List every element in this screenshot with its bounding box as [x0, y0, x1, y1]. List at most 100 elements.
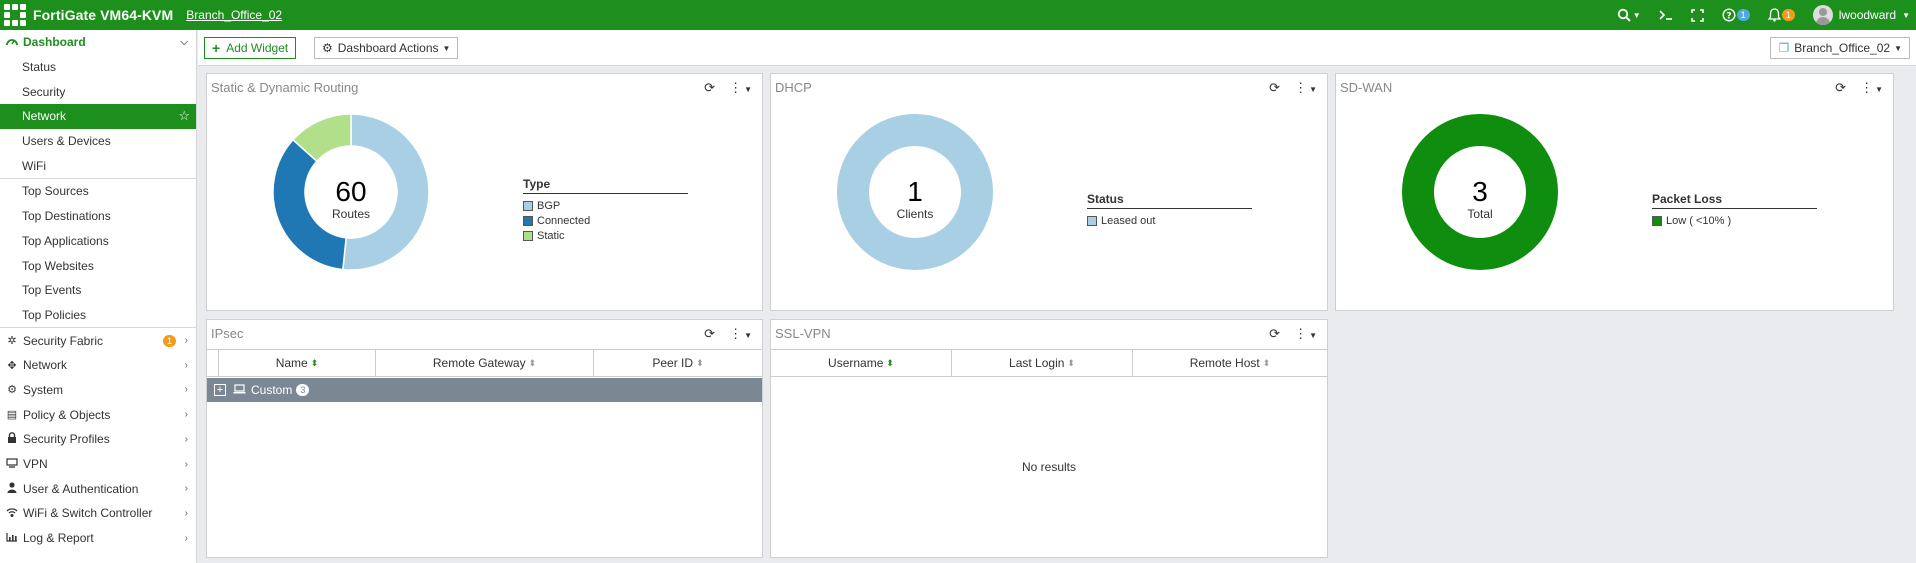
chevron-right-icon[interactable]: › — [185, 508, 188, 519]
fullscreen-icon[interactable] — [1690, 8, 1704, 22]
table-group-row[interactable]: + Custom 3 — [207, 378, 762, 402]
alert-badge: 1 — [1781, 9, 1795, 21]
donut-total: 3 — [1472, 176, 1488, 207]
refresh-icon[interactable]: ⟳ — [704, 326, 715, 342]
sidebar-item-label: User & Authentication — [23, 481, 139, 496]
sidebar-item-label: VPN — [23, 457, 48, 472]
more-options-icon[interactable]: ⋮ ▼ — [1294, 80, 1317, 96]
sidebar-item-top-destinations[interactable]: Top Destinations — [0, 204, 196, 229]
sidebar-item-dashboard[interactable]: Dashboard ⌵ — [0, 30, 196, 55]
fabric-icon: ✲ — [7, 335, 17, 348]
column-header-remote-host[interactable]: Remote Host ⬍ — [1133, 350, 1327, 376]
sidebar-item-top-sources[interactable]: Top Sources — [0, 179, 196, 204]
routing-legend: Type BGP Connected Static — [523, 177, 688, 243]
cli-console-icon[interactable] — [1659, 9, 1673, 21]
sidebar-item-network[interactable]: ✥ Network › — [0, 353, 196, 378]
widget-dhcp: DHCP ⟳ ⋮ ▼ 1 Clients Status Leased out — [770, 73, 1328, 311]
legend-item-leased-out[interactable]: Leased out — [1087, 213, 1252, 228]
sidebar-item-security-profiles[interactable]: Security Profiles › — [0, 427, 196, 452]
lock-icon — [5, 432, 19, 446]
widget-sdwan: SD-WAN ⟳ ⋮ ▼ 3 Total Packet Loss Low ( <1… — [1335, 73, 1894, 311]
more-options-icon[interactable]: ⋮ ▼ — [729, 326, 752, 342]
ipsec-table-header: Name ⬍ Remote Gateway ⬍ Peer ID ⬍ — [207, 349, 762, 377]
sidebar-item-user-authentication[interactable]: User & Authentication › — [0, 476, 196, 501]
chevron-right-icon[interactable]: › — [185, 434, 188, 445]
refresh-icon[interactable]: ⟳ — [1835, 80, 1846, 96]
sidebar-item-top-policies[interactable]: Top Policies — [0, 303, 196, 328]
legend-item-low[interactable]: Low ( <10% ) — [1652, 213, 1817, 228]
sidebar-item-security[interactable]: Security — [0, 79, 196, 104]
sidebar-item-top-websites[interactable]: Top Websites — [0, 253, 196, 278]
hostname-link[interactable]: Branch_Office_02 — [186, 8, 282, 22]
chevron-right-icon[interactable]: › — [185, 533, 188, 544]
chevron-right-icon[interactable]: › — [185, 335, 188, 346]
username-menu[interactable]: lwoodward — [1839, 8, 1896, 22]
avatar[interactable] — [1812, 5, 1833, 25]
more-options-icon[interactable]: ⋮ ▼ — [1294, 326, 1317, 342]
wifi-icon — [5, 507, 19, 520]
sidebar-item-wifi-switch[interactable]: WiFi & Switch Controller › — [0, 501, 196, 526]
column-header-peer-id[interactable]: Peer ID ⬍ — [594, 350, 762, 376]
chevron-right-icon[interactable]: › — [185, 384, 188, 395]
column-label: Username — [828, 356, 884, 370]
sidebar-item-vpn[interactable]: VPN › — [0, 452, 196, 477]
sidebar-item-users-devices[interactable]: Users & Devices — [0, 129, 196, 154]
legend-item-bgp[interactable]: BGP — [523, 198, 688, 213]
legend-item-connected[interactable]: Connected — [523, 213, 688, 228]
more-options-icon[interactable]: ⋮ ▼ — [729, 80, 752, 96]
widget-title: SD-WAN — [1340, 80, 1393, 95]
sort-icon: ⬍ — [1262, 357, 1271, 368]
sidebar-item-top-applications[interactable]: Top Applications — [0, 229, 196, 254]
sidebar-item-system[interactable]: ⚙ System › — [0, 378, 196, 403]
sidebar-item-network-dashboard[interactable]: Network ☆ — [0, 104, 196, 129]
donut-total-label: Clients — [896, 207, 934, 221]
sidebar-item-top-events[interactable]: Top Events — [0, 278, 196, 303]
sidebar-item-wifi[interactable]: WiFi — [0, 153, 196, 178]
help-icon[interactable]: ? 1 — [1722, 8, 1750, 22]
expand-icon[interactable]: + — [214, 384, 226, 396]
search-icon[interactable]: ▼ — [1617, 8, 1641, 22]
chevron-right-icon[interactable]: › — [185, 360, 188, 371]
sdwan-legend: Packet Loss Low ( <10% ) — [1652, 192, 1817, 228]
column-header-remote-gateway[interactable]: Remote Gateway ⬍ — [376, 350, 594, 376]
refresh-icon[interactable]: ⟳ — [704, 80, 715, 96]
column-label: Last Login — [1009, 356, 1065, 370]
donut-total-label: Routes — [331, 207, 371, 221]
chevron-down-icon[interactable]: ▼ — [1902, 11, 1910, 20]
sidebar-item-label: Top Events — [22, 283, 82, 298]
sidebar-item-label: Top Destinations — [22, 209, 111, 224]
widget-ipsec: IPsec ⟳ ⋮ ▼ Name ⬍ Remote Gateway ⬍ Peer ID… — [206, 319, 763, 558]
chevron-down-icon[interactable]: ⌵ — [180, 37, 188, 48]
refresh-icon[interactable]: ⟳ — [1269, 80, 1280, 96]
chevron-right-icon[interactable]: › — [185, 459, 188, 470]
donut-total: 1 — [907, 176, 923, 207]
dashboard-actions-button[interactable]: ⚙ Dashboard Actions ▼ — [314, 37, 459, 59]
plus-icon: + — [212, 40, 221, 56]
sort-icon: ⬍ — [1067, 357, 1075, 368]
vdom-selector[interactable]: ❐ Branch_Office_02 ▼ — [1770, 37, 1910, 59]
add-widget-button[interactable]: + Add Widget — [204, 37, 297, 59]
status-badge: 1 — [162, 334, 176, 347]
widget-routing: Static & Dynamic Routing ⟳ ⋮ ▼ 60 Routes … — [206, 73, 763, 311]
chevron-right-icon[interactable]: › — [185, 409, 188, 420]
legend-swatch — [523, 215, 533, 226]
bell-icon[interactable]: 1 — [1767, 8, 1795, 22]
sidebar-item-label: Security — [22, 84, 66, 99]
legend-item-static[interactable]: Static — [523, 228, 688, 243]
column-header-name[interactable]: Name ⬍ — [219, 350, 376, 376]
sidebar-item-status[interactable]: Status — [0, 55, 196, 80]
column-label: Name — [275, 356, 308, 370]
sidebar-item-label: Top Websites — [22, 258, 94, 273]
sidebar-item-label: WiFi — [22, 158, 46, 173]
more-options-icon[interactable]: ⋮ ▼ — [1860, 80, 1883, 96]
column-header-last-login[interactable]: Last Login ⬍ — [952, 350, 1133, 376]
sidebar-item-security-fabric[interactable]: ✲ Security Fabric 1 › — [0, 328, 196, 353]
refresh-icon[interactable]: ⟳ — [1269, 326, 1280, 342]
star-icon[interactable]: ☆ — [178, 108, 190, 124]
chevron-down-icon: ▼ — [1894, 43, 1902, 53]
sidebar-item-policy-objects[interactable]: ▤ Policy & Objects › — [0, 402, 196, 427]
sidebar-item-log-report[interactable]: Log & Report › — [0, 526, 196, 551]
chevron-right-icon[interactable]: › — [185, 483, 188, 494]
donut-total: 60 — [335, 176, 367, 207]
column-header-username[interactable]: Username ⬍ — [771, 350, 952, 376]
